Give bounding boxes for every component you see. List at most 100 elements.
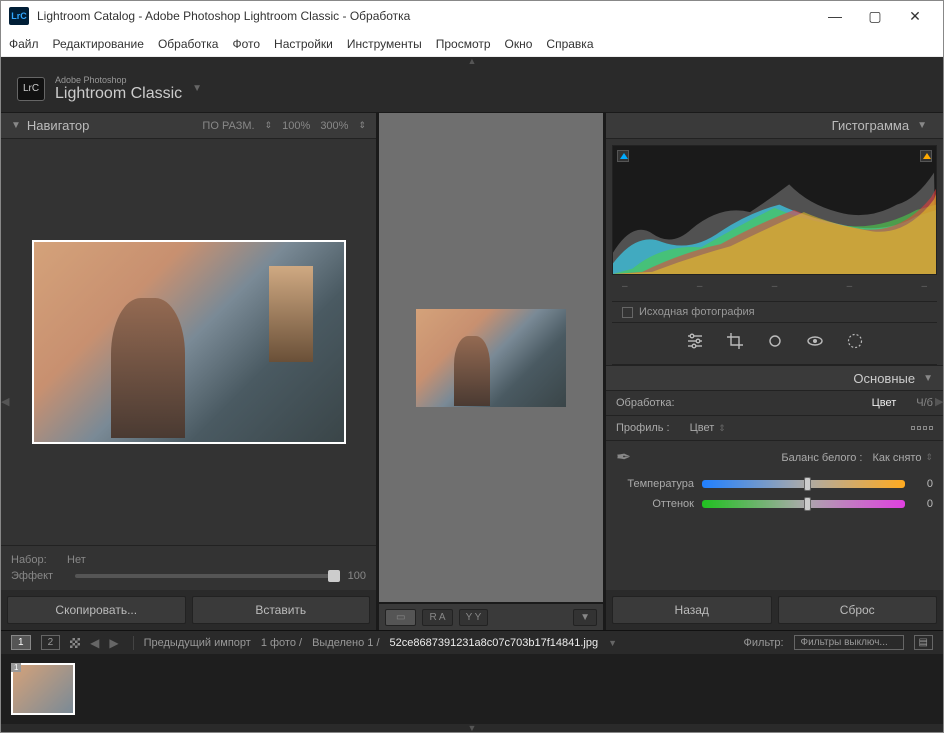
window-title: Lightroom Catalog - Adobe Photoshop Ligh… [37, 9, 815, 23]
grid-icon[interactable] [70, 638, 80, 648]
tint-row: Оттенок 0 [606, 494, 943, 514]
filmstrip-thumb[interactable]: 1 [11, 663, 75, 715]
original-photo-row[interactable]: Исходная фотография [612, 301, 937, 323]
treatment-bw[interactable]: Ч/б [916, 397, 933, 409]
slider-handle[interactable] [804, 477, 811, 491]
menu-help[interactable]: Справка [546, 37, 593, 51]
profile-value[interactable]: Цвет [690, 422, 715, 434]
temp-label: Температура [616, 478, 694, 490]
reset-button[interactable]: Сброс [778, 596, 938, 624]
profile-browser-icon[interactable] [911, 426, 933, 430]
basic-title: Основные [853, 371, 915, 386]
effect-value: 100 [348, 570, 366, 582]
updown-icon[interactable]: ⇕ [358, 120, 366, 131]
filter-lock-icon[interactable]: ▤ [914, 635, 933, 650]
menu-photo[interactable]: Фото [232, 37, 260, 51]
zoom-100[interactable]: 100% [282, 120, 310, 132]
wb-label: Баланс белого : [781, 452, 862, 464]
redeye-icon[interactable] [806, 332, 824, 355]
profile-label: Профиль : [616, 422, 670, 434]
view-mode-yy[interactable]: Y Y [459, 609, 489, 626]
chevron-down-icon: ▼ [917, 120, 927, 131]
tint-label: Оттенок [616, 498, 694, 510]
chevron-down-icon: ▼ [11, 120, 21, 131]
left-panel: ▼ Навигатор ПО РАЗМ. ⇕ 100% 300% ⇕ Наб [1, 113, 379, 630]
histogram-title: Гистограмма [832, 118, 909, 133]
close-button[interactable]: ✕ [895, 8, 935, 25]
back-button[interactable]: Назад [612, 596, 772, 624]
menu-window[interactable]: Окно [505, 37, 533, 51]
tint-slider[interactable] [702, 500, 905, 508]
effect-label: Эффект [11, 570, 67, 582]
filename-dropdown-icon[interactable]: ▼ [608, 638, 617, 648]
menu-file[interactable]: Файл [9, 37, 39, 51]
menu-tools[interactable]: Инструменты [347, 37, 422, 51]
right-panel: Гистограмма ▼ – – [603, 113, 943, 630]
brand-small: Adobe Photoshop [55, 75, 182, 85]
copy-button[interactable]: Скопировать... [7, 596, 186, 624]
tint-value[interactable]: 0 [905, 498, 933, 510]
checkbox-icon[interactable] [622, 307, 633, 318]
effect-slider[interactable] [75, 574, 340, 578]
navigator-preview[interactable] [1, 139, 376, 545]
center-panel: ▭ R A Y Y ▼ [379, 113, 603, 630]
histogram-header[interactable]: Гистограмма ▼ [606, 113, 943, 139]
paste-button[interactable]: Вставить [192, 596, 371, 624]
wb-value[interactable]: Как снято [872, 452, 921, 464]
slider-handle[interactable] [804, 497, 811, 511]
filter-dropdown[interactable]: Фильтры выключ... [794, 635, 904, 650]
updown-icon[interactable]: ⇕ [925, 452, 933, 463]
module-picker-icon[interactable]: ▼ [192, 83, 202, 94]
toolbar-dropdown[interactable]: ▼ [573, 609, 597, 626]
treatment-row: Обработка: Цвет Ч/б [606, 391, 943, 415]
monitor-1[interactable]: 1 [11, 635, 31, 650]
menu-edit[interactable]: Редактирование [53, 37, 144, 51]
nav-fwd-icon[interactable]: ▶ [109, 636, 118, 650]
basic-panel-header[interactable]: Основные ▼ [606, 365, 943, 391]
minimize-button[interactable]: — [815, 8, 855, 24]
source-label[interactable]: Предыдущий импорт [144, 637, 251, 649]
treatment-color[interactable]: Цвет [872, 397, 897, 409]
heal-icon[interactable] [766, 332, 784, 355]
navigator-title: Навигатор [27, 118, 89, 133]
updown-icon[interactable]: ⇕ [718, 423, 726, 434]
bottom-panel-toggle[interactable]: ▼ [1, 724, 943, 732]
left-edge-toggle[interactable]: ◀ [1, 395, 9, 408]
zoom-300[interactable]: 300% [320, 120, 348, 132]
navigator-image[interactable] [32, 240, 346, 444]
loupe-image[interactable] [416, 309, 566, 407]
view-mode-ra[interactable]: R A [422, 609, 452, 626]
shadow-clip-icon[interactable] [617, 150, 629, 162]
view-mode-loupe[interactable]: ▭ [385, 609, 416, 626]
menu-settings[interactable]: Настройки [274, 37, 333, 51]
navigator-header[interactable]: ▼ Навигатор ПО РАЗМ. ⇕ 100% 300% ⇕ [1, 113, 376, 139]
menu-view[interactable]: Просмотр [436, 37, 491, 51]
preset-value[interactable]: Нет [67, 554, 86, 566]
top-panel-toggle[interactable]: ▲ [1, 57, 943, 65]
menu-develop[interactable]: Обработка [158, 37, 219, 51]
zoom-fit[interactable]: ПО РАЗМ. [202, 120, 254, 132]
branding-bar: LrC Adobe Photoshop Lightroom Classic ▼ [1, 65, 943, 113]
eyedropper-icon[interactable]: ✒ [616, 447, 631, 468]
monitor-2[interactable]: 2 [41, 635, 61, 650]
slider-handle[interactable] [328, 570, 340, 582]
filmstrip[interactable]: 1 [1, 654, 943, 724]
histogram[interactable] [612, 145, 937, 275]
thumb-index: 1 [11, 663, 21, 672]
temperature-slider[interactable] [702, 480, 905, 488]
updown-icon[interactable]: ⇕ [265, 120, 273, 131]
filename: 52ce8687391231a8c07c703b17f14841.jpg [390, 637, 599, 649]
nav-back-icon[interactable]: ◀ [90, 636, 99, 650]
crop-icon[interactable] [726, 332, 744, 355]
histogram-axis: – – – – – [612, 281, 937, 297]
titlebar: LrC Lightroom Catalog - Adobe Photoshop … [1, 1, 943, 31]
treatment-label: Обработка: [616, 397, 675, 409]
temp-value[interactable]: 0 [905, 478, 933, 490]
sliders-icon[interactable] [686, 332, 704, 355]
preset-panel: Набор: Нет Эффект 100 [1, 545, 376, 590]
app-logo-icon: LrC [9, 7, 29, 25]
highlight-clip-icon[interactable] [920, 150, 932, 162]
mask-icon[interactable] [846, 332, 864, 355]
maximize-button[interactable]: ▢ [855, 8, 895, 25]
right-edge-toggle[interactable]: ▶ [935, 395, 943, 408]
